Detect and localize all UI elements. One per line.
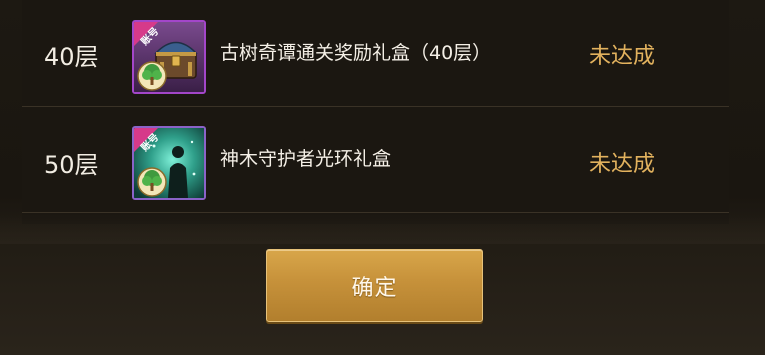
floor-level: 40层 bbox=[44, 43, 99, 71]
floor-level: 50层 bbox=[44, 151, 99, 179]
list-fade bbox=[0, 214, 765, 244]
status-label: 未达成 bbox=[589, 152, 656, 177]
confirm-button[interactable]: 确定 bbox=[266, 249, 483, 322]
confirm-button-label: 确定 bbox=[351, 275, 398, 301]
reward-row: 40层 账号 古树奇谭通关奖励礼盒（40层） 未达成 bbox=[22, 0, 729, 107]
reward-item-icon[interactable]: 账号 bbox=[132, 126, 206, 200]
reward-panel: 40层 账号 古树奇谭通关奖励礼盒（40层） 未达成 50层 账号 神木守护者光… bbox=[0, 0, 765, 355]
reward-row: 50层 账号 神木守护者光环礼盒 未达成 bbox=[22, 108, 729, 213]
reward-name: 神木守护者光环礼盒 bbox=[220, 148, 392, 170]
status-label: 未达成 bbox=[589, 44, 656, 69]
reward-item-icon[interactable]: 账号 bbox=[132, 20, 206, 94]
reward-name: 古树奇谭通关奖励礼盒（40层） bbox=[220, 42, 492, 64]
reward-list: 40层 账号 古树奇谭通关奖励礼盒（40层） 未达成 50层 账号 神木守护者光… bbox=[22, 0, 729, 224]
